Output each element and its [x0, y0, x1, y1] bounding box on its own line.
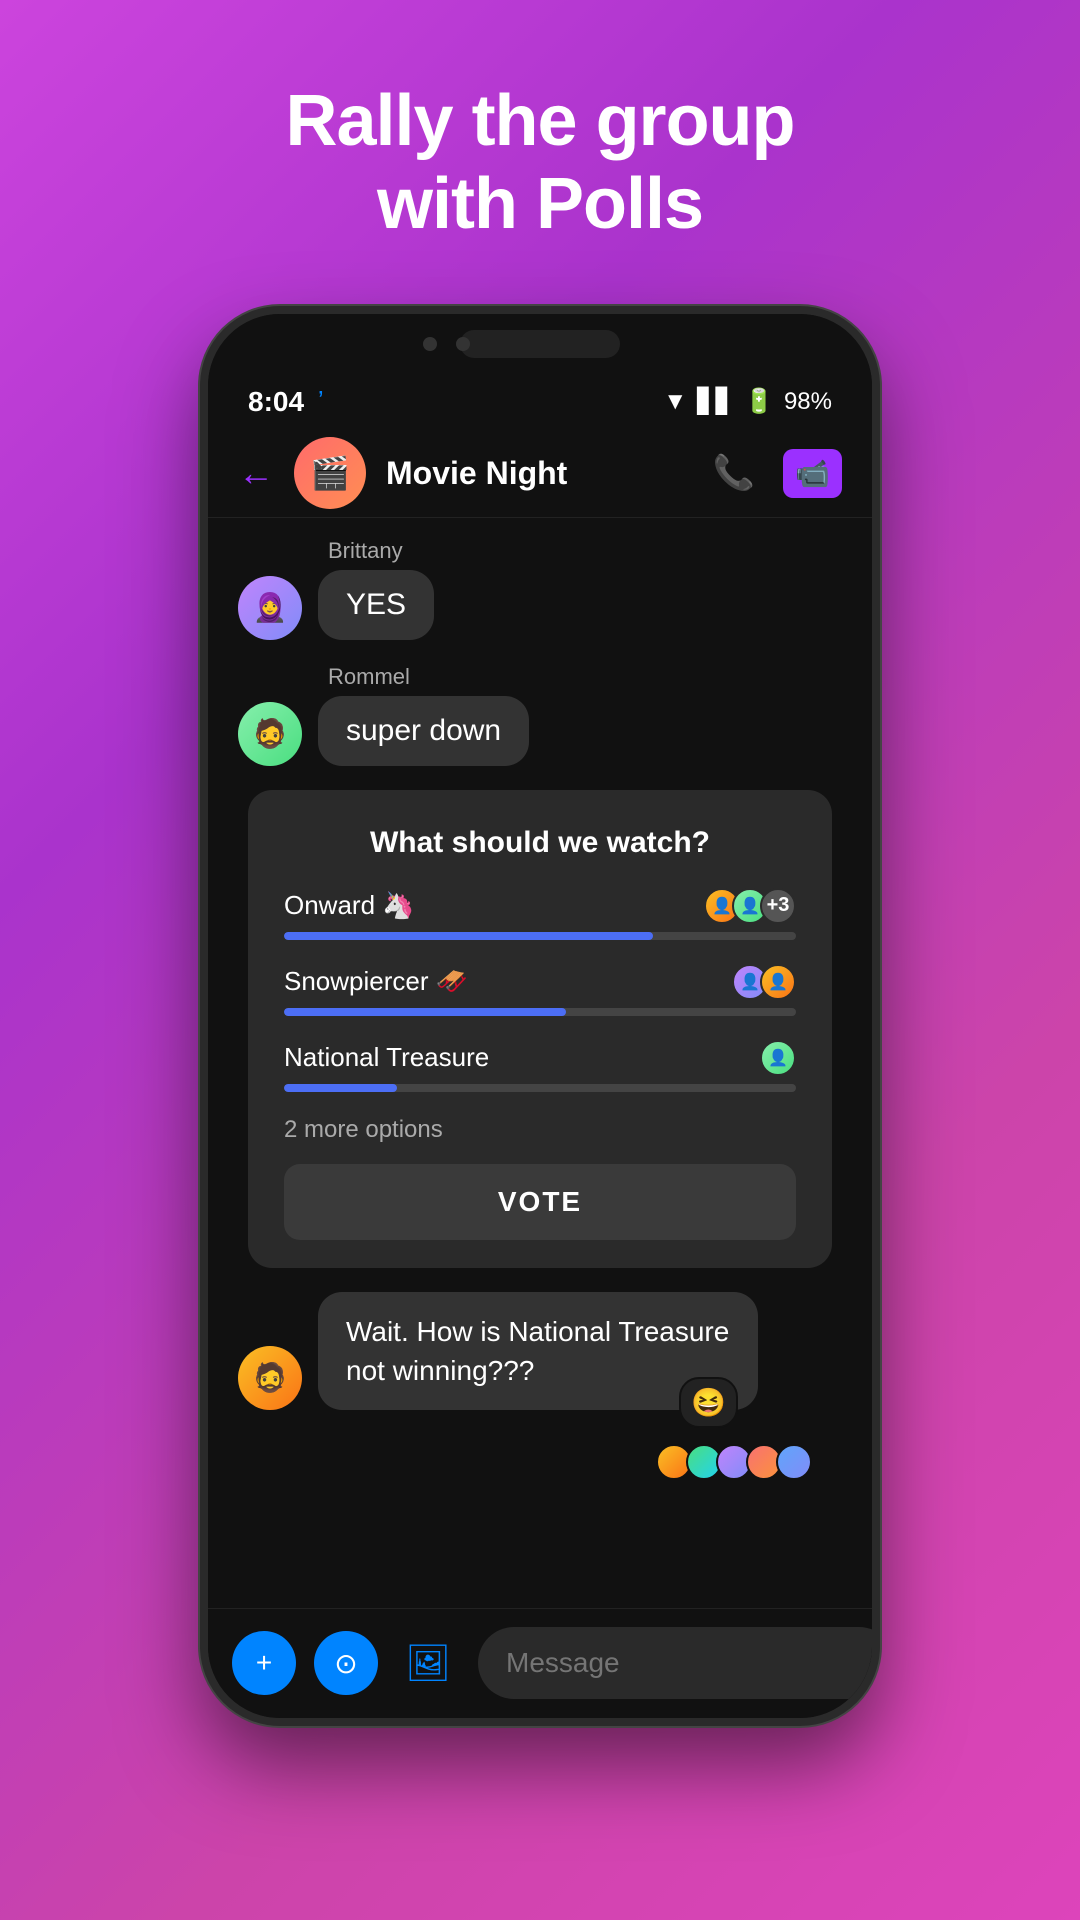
- sender-rommel: Rommel: [328, 664, 842, 690]
- message-rommel: Rommel 🧔 super down: [238, 664, 842, 766]
- voter-more: +3: [760, 888, 796, 924]
- poll-option-onward: Onward 🦄 👤 👤 +3: [284, 888, 796, 940]
- chat-header: ← 🎬 Movie Night 📞 📹: [208, 430, 872, 518]
- msg-brittany-row: 🧕 YES: [238, 570, 842, 640]
- message-input[interactable]: [478, 1627, 880, 1699]
- messenger-status-icon: ʼ: [318, 386, 324, 417]
- bubble-national: Wait. How is National Treasure not winni…: [318, 1292, 758, 1410]
- bottom-toolbar: + ⊙ 🖼 🎙 👍: [208, 1608, 872, 1718]
- header-actions: 📞 📹: [713, 449, 842, 498]
- bubble-rommel: super down: [318, 696, 529, 766]
- poll-bar-fill-national: [284, 1084, 397, 1092]
- chat-area: Brittany 🧕 YES Rommel 🧔 super down What …: [208, 518, 872, 1608]
- signal-icon: ▋▋: [697, 387, 734, 416]
- poll-bar-snowpiercer: [284, 1008, 796, 1016]
- phone-mockup: 8:04 ʼ ▼ ▋▋ 🔋 98% ← 🎬 Movie Night 📞 📹: [200, 306, 880, 1726]
- avatar-brittany: 🧕: [238, 576, 302, 640]
- poll-option-snowpiercer-row: Snowpiercer 🛷 👤 👤: [284, 964, 796, 1000]
- vol-down-button: [876, 674, 880, 734]
- poll-voters-national: 👤: [768, 1040, 796, 1076]
- power-button: [876, 774, 880, 874]
- avatar-rommel: 🧔: [238, 702, 302, 766]
- poll-bar-onward: [284, 932, 796, 940]
- poll-bar-fill-onward: [284, 932, 653, 940]
- voter-nt-1: 👤: [760, 1040, 796, 1076]
- status-bar: 8:04 ʼ ▼ ▋▋ 🔋 98%: [208, 374, 872, 430]
- bubble-brittany: YES: [318, 570, 434, 640]
- group-avatar: 🎬: [294, 437, 366, 509]
- plus-icon: +: [256, 1647, 272, 1679]
- poll-option-national: National Treasure 👤: [284, 1040, 796, 1092]
- poll-option-snowpiercer: Snowpiercer 🛷 👤 👤: [284, 964, 796, 1016]
- phone-body: 8:04 ʼ ▼ ▋▋ 🔋 98% ← 🎬 Movie Night 📞 📹: [200, 306, 880, 1726]
- plus-button[interactable]: +: [232, 1631, 296, 1695]
- reaction-badge: 😆: [679, 1377, 738, 1428]
- image-icon: 🖼: [405, 1642, 451, 1684]
- camera-button[interactable]: ⊙: [314, 1631, 378, 1695]
- phone-top-bar: [208, 314, 872, 374]
- seen-av-5: [776, 1444, 812, 1480]
- vote-button[interactable]: VOTE: [284, 1164, 796, 1240]
- poll-voters-snowpiercer: 👤 👤: [740, 964, 796, 1000]
- camera-icon: ⊙: [334, 1647, 357, 1680]
- poll-card: What should we watch? Onward 🦄 👤 👤 +3: [248, 790, 832, 1268]
- hero-title: Rally the group with Polls: [285, 80, 794, 246]
- wifi-icon: ▼: [663, 388, 687, 416]
- back-button[interactable]: ←: [238, 452, 274, 494]
- vol-up-button: [876, 594, 880, 654]
- poll-voters-onward: 👤 👤 +3: [712, 888, 796, 924]
- message-national-comment: 🧔 Wait. How is National Treasure not win…: [238, 1292, 842, 1410]
- poll-label-onward: Onward 🦄: [284, 890, 415, 921]
- more-options-text: 2 more options: [284, 1116, 796, 1144]
- poll-title: What should we watch?: [284, 826, 796, 860]
- call-button[interactable]: 📞: [713, 453, 755, 493]
- hero-line2: with Polls: [285, 163, 794, 246]
- message-brittany: Brittany 🧕 YES: [238, 538, 842, 640]
- group-name: Movie Night: [386, 455, 693, 492]
- poll-bar-national: [284, 1084, 796, 1092]
- video-button[interactable]: 📹: [783, 449, 842, 498]
- poll-label-national: National Treasure: [284, 1042, 489, 1073]
- poll-option-onward-row: Onward 🦄 👤 👤 +3: [284, 888, 796, 924]
- battery-text: 98%: [784, 388, 832, 416]
- voter-sp-2: 👤: [760, 964, 796, 1000]
- camera-right: [456, 337, 470, 351]
- seen-avatars: [238, 1444, 842, 1480]
- avatar-commenter: 🧔: [238, 1346, 302, 1410]
- poll-bar-fill-snowpiercer: [284, 1008, 566, 1016]
- hero-line1: Rally the group: [285, 80, 794, 163]
- poll-label-snowpiercer: Snowpiercer 🛷: [284, 966, 468, 997]
- phone-notch: [460, 330, 620, 358]
- sender-brittany: Brittany: [328, 538, 842, 564]
- msg-rommel-row: 🧔 super down: [238, 696, 842, 766]
- bubble-national-text: Wait. How is National Treasure not winni…: [346, 1316, 729, 1386]
- status-icons: ▼ ▋▋ 🔋 98%: [663, 387, 832, 416]
- battery-icon: 🔋: [744, 387, 774, 416]
- status-time: 8:04: [248, 386, 304, 418]
- image-button[interactable]: 🖼: [396, 1631, 460, 1695]
- poll-option-national-row: National Treasure 👤: [284, 1040, 796, 1076]
- camera-left: [423, 337, 437, 351]
